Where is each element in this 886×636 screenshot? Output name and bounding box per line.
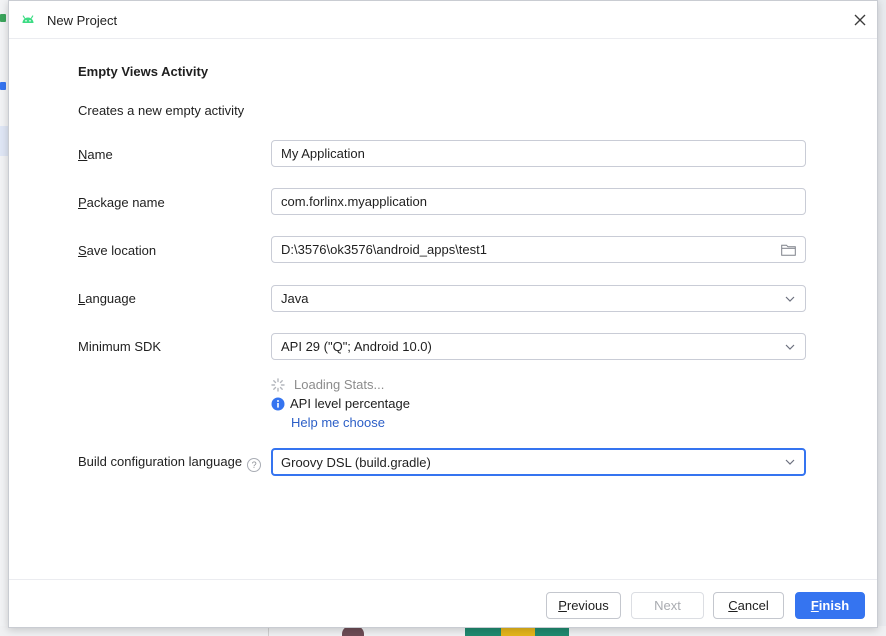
template-description: Creates a new empty activity xyxy=(78,103,245,118)
folder-icon xyxy=(780,244,796,256)
build-config-value: Groovy DSL (build.gradle) xyxy=(281,454,431,470)
background-android-icon xyxy=(0,14,6,22)
language-label: Language xyxy=(78,291,136,306)
android-icon xyxy=(21,12,35,26)
dialog-title: New Project xyxy=(47,13,118,28)
package-name-field[interactable] xyxy=(271,188,806,215)
finish-button[interactable]: Finish xyxy=(795,592,865,619)
name-input[interactable] xyxy=(281,146,796,161)
cancel-button[interactable]: Cancel xyxy=(713,592,784,619)
background-ide-sidebar xyxy=(0,0,8,636)
loading-spinner-icon xyxy=(271,377,285,392)
browse-folder-button[interactable] xyxy=(780,243,796,257)
chevron-down-icon xyxy=(784,456,796,468)
api-level-text: API level percentage xyxy=(290,396,410,411)
save-location-input[interactable] xyxy=(281,242,775,257)
info-icon xyxy=(271,397,285,411)
package-name-label: Package name xyxy=(78,195,165,210)
chevron-down-icon xyxy=(784,341,796,353)
package-name-input[interactable] xyxy=(281,194,796,209)
minimum-sdk-label: Minimum SDK xyxy=(78,339,162,354)
name-field[interactable] xyxy=(271,140,806,167)
name-label: Name xyxy=(78,147,113,162)
next-button[interactable]: Next xyxy=(631,592,704,619)
language-value: Java xyxy=(281,291,309,306)
chevron-down-icon xyxy=(784,293,796,305)
close-button[interactable] xyxy=(849,9,871,31)
background-selected-item xyxy=(0,126,8,156)
save-location-label: Save location xyxy=(78,243,157,258)
loading-stats: Loading Stats... xyxy=(271,377,384,392)
help-me-choose-link[interactable]: Help me choose xyxy=(291,415,385,430)
previous-button[interactable]: Previous xyxy=(546,592,621,619)
build-config-label: Build configuration language? xyxy=(78,454,262,472)
language-dropdown[interactable]: Java xyxy=(271,285,806,312)
help-question-icon[interactable]: ? xyxy=(247,458,262,472)
background-tool-icon xyxy=(0,82,6,90)
close-icon xyxy=(854,14,866,26)
dialog-titlebar[interactable]: New Project xyxy=(9,1,877,39)
build-config-dropdown[interactable]: Groovy DSL (build.gradle) xyxy=(271,448,806,476)
save-location-field[interactable] xyxy=(271,236,806,263)
minimum-sdk-value: API 29 ("Q"; Android 10.0) xyxy=(281,339,432,354)
loading-stats-text: Loading Stats... xyxy=(294,377,385,392)
template-heading: Empty Views Activity xyxy=(78,64,209,79)
api-level-info: API level percentage xyxy=(271,396,410,411)
minimum-sdk-dropdown[interactable]: API 29 ("Q"; Android 10.0) xyxy=(271,333,806,360)
new-project-dialog: New Project Empty Views Activity Creates… xyxy=(8,0,878,628)
dialog-footer: Previous Next Cancel Finish xyxy=(9,579,877,629)
